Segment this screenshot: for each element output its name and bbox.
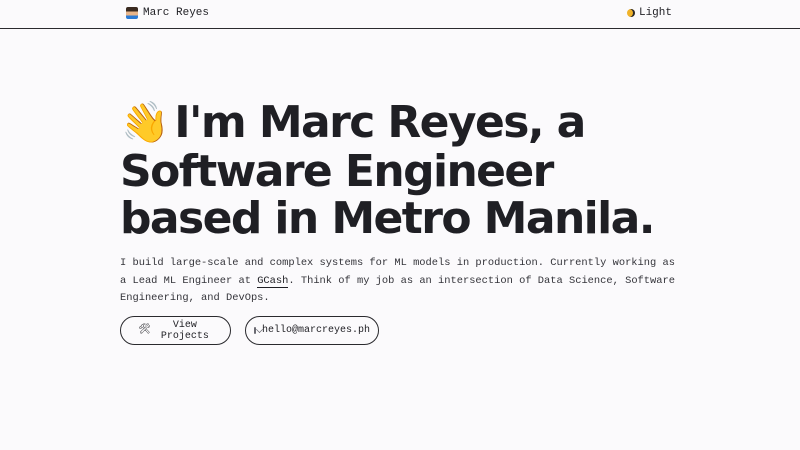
- waving-hand-icon: 👋: [116, 97, 172, 151]
- envelope-icon: [253, 327, 256, 334]
- gcash-link[interactable]: GCash: [257, 274, 289, 288]
- page-headline: 👋I'm Marc Reyes, a Software Engineer bas…: [116, 97, 700, 244]
- brand-link[interactable]: Marc Reyes: [126, 7, 209, 19]
- technologist-avatar-icon: [126, 7, 138, 19]
- hero-section: 👋I'm Marc Reyes, a Software Engineer bas…: [116, 97, 700, 244]
- email-label: hello@marcreyes.ph: [261, 325, 371, 336]
- tools-icon: 🛠: [138, 324, 151, 336]
- email-button[interactable]: hello@marcreyes.ph: [245, 316, 379, 345]
- bio-paragraph: I build large-scale and complex systems …: [120, 255, 680, 308]
- brand-name: Marc Reyes: [143, 7, 210, 19]
- cta-buttons: 🛠 View Projects hello@marcreyes.ph: [120, 316, 379, 345]
- headline-text: I'm Marc Reyes, a Software Engineer base…: [120, 97, 655, 244]
- theme-toggle[interactable]: Light: [626, 7, 672, 19]
- view-projects-button[interactable]: 🛠 View Projects: [120, 316, 231, 345]
- top-navigation-bar: Marc Reyes Light: [0, 0, 800, 29]
- theme-toggle-label: Light: [638, 7, 672, 19]
- view-projects-label: View Projects: [160, 319, 209, 342]
- moon-icon: [626, 9, 635, 17]
